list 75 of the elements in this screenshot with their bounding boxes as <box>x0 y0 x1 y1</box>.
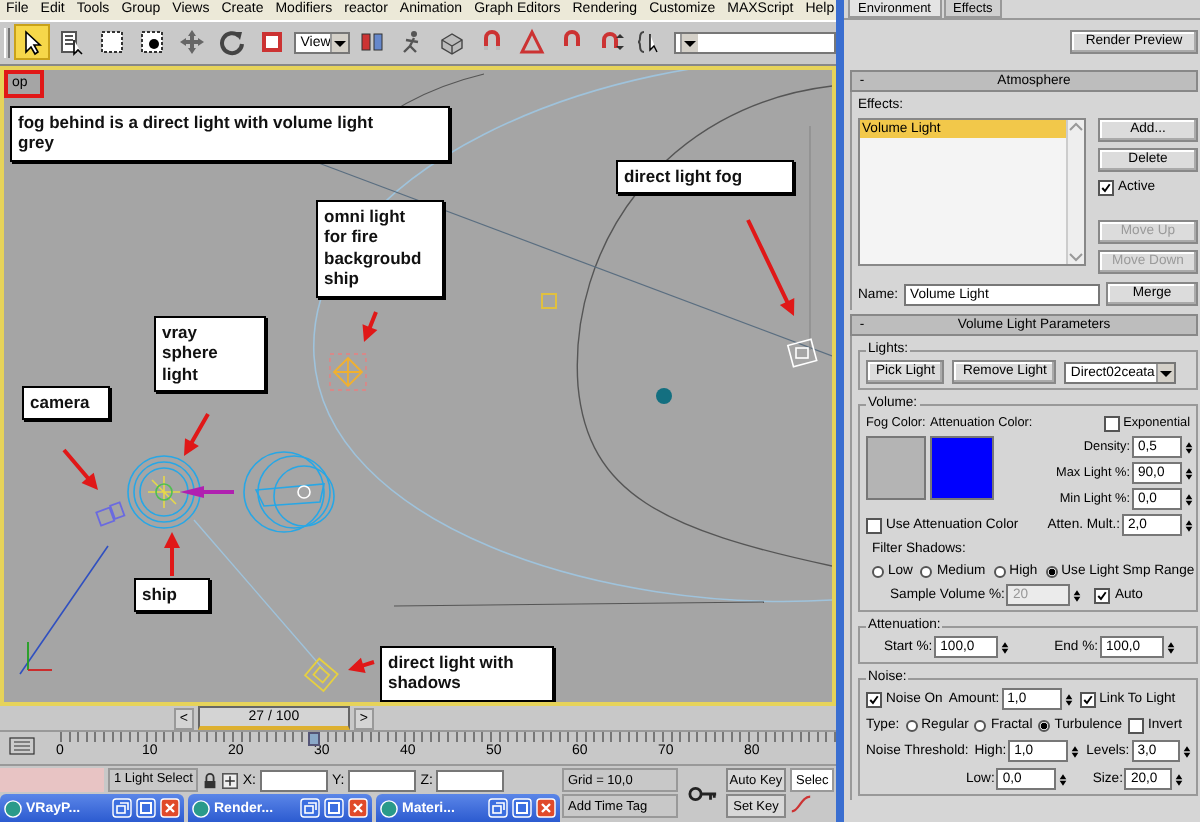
spinner-arrows-icon[interactable] <box>1184 465 1194 481</box>
maximize-icon[interactable] <box>136 798 156 818</box>
key-icon[interactable] <box>687 786 717 802</box>
target-dot <box>656 387 672 404</box>
annotation-note: ship <box>134 577 210 613</box>
spinner-arrows-icon[interactable] <box>1174 771 1185 787</box>
restore-icon[interactable] <box>488 798 508 818</box>
restore-icon[interactable] <box>300 798 320 818</box>
spinner-arrows-icon[interactable] <box>1070 743 1081 759</box>
close-icon[interactable] <box>160 798 180 818</box>
color-swatch[interactable] <box>930 436 994 500</box>
filter-radio[interactable] <box>872 565 884 577</box>
sphere-light-drawing <box>127 454 201 529</box>
spinner-arrows-icon[interactable] <box>1184 517 1194 533</box>
spinner-arrows-icon[interactable] <box>1072 587 1083 603</box>
annotation-note: direct light with shadows <box>380 645 554 702</box>
app-icon <box>192 799 210 817</box>
noise-type-radio[interactable] <box>974 719 987 731</box>
noise-type-radio[interactable] <box>1038 719 1051 731</box>
spinner-arrows-icon[interactable] <box>1063 691 1074 707</box>
app-icon <box>380 799 398 817</box>
pointer-arrow <box>62 448 98 490</box>
pointer-arrow <box>746 218 795 316</box>
pointer-arrow <box>184 412 210 456</box>
app-icon <box>4 799 22 817</box>
spinner-arrows-icon[interactable] <box>1166 639 1177 655</box>
annotation-note: vray sphere light <box>154 315 266 393</box>
annotation-note: camera <box>22 385 110 421</box>
restore-icon[interactable] <box>112 798 132 818</box>
color-swatch[interactable] <box>866 436 926 500</box>
close-icon[interactable] <box>536 798 556 818</box>
close-icon[interactable] <box>348 798 368 818</box>
annotation-note: fog behind is a direct light with volume light grey <box>10 105 450 162</box>
absolute-mode-icon[interactable] <box>222 771 239 789</box>
filter-radio[interactable] <box>920 565 933 577</box>
spinner-arrows-icon[interactable] <box>1181 743 1192 759</box>
light-target-icon <box>541 292 557 309</box>
spinner-arrows-icon[interactable] <box>1000 639 1011 655</box>
invert-checkbox[interactable] <box>1127 717 1144 733</box>
omni-light-drawing <box>329 352 367 391</box>
named-selection-dropdown[interactable] <box>674 31 836 54</box>
ship-drawing <box>243 450 335 533</box>
direction-arrow-icon <box>180 485 234 498</box>
axis-gizmo-icon <box>27 640 53 671</box>
annotation-note: omni light for fire backgroubd ship <box>316 199 444 298</box>
coordinate-field[interactable] <box>436 769 505 791</box>
lock-icon[interactable] <box>202 771 219 789</box>
annotation-note: direct light fog <box>616 159 794 195</box>
key-tangent-icon[interactable] <box>790 794 812 814</box>
spinner-arrows-icon[interactable] <box>1058 771 1069 787</box>
pointer-arrow <box>348 657 375 673</box>
link-to-light-checkbox[interactable] <box>1079 691 1096 707</box>
current-frame-marker[interactable] <box>308 732 321 747</box>
noise-type-radio[interactable] <box>905 719 918 731</box>
noise-on-checkbox[interactable] <box>866 691 882 707</box>
maximize-icon[interactable] <box>512 798 532 818</box>
spinner-arrows-icon[interactable] <box>1184 491 1194 507</box>
exponential-checkbox[interactable] <box>1103 415 1120 431</box>
camera-drawing <box>95 500 126 527</box>
direct-light-drawing <box>303 657 339 692</box>
script-listener-field[interactable] <box>0 768 104 792</box>
pointer-arrow <box>362 310 378 342</box>
coordinate-field[interactable] <box>348 769 417 791</box>
filter-radio[interactable] <box>1045 565 1058 577</box>
direct-light-drawing <box>786 337 818 368</box>
spinner-arrows-icon[interactable] <box>1184 439 1194 455</box>
maximize-icon[interactable] <box>324 798 344 818</box>
curve-editor-icon[interactable] <box>8 736 36 757</box>
pointer-arrow <box>164 531 180 576</box>
auto-checkbox[interactable] <box>1094 587 1111 603</box>
use-attenuation-checkbox[interactable] <box>866 517 882 533</box>
coordinate-field[interactable] <box>260 769 329 791</box>
active-checkbox[interactable] <box>1098 179 1114 195</box>
guide-line <box>19 544 109 675</box>
filter-radio[interactable] <box>993 565 1006 577</box>
